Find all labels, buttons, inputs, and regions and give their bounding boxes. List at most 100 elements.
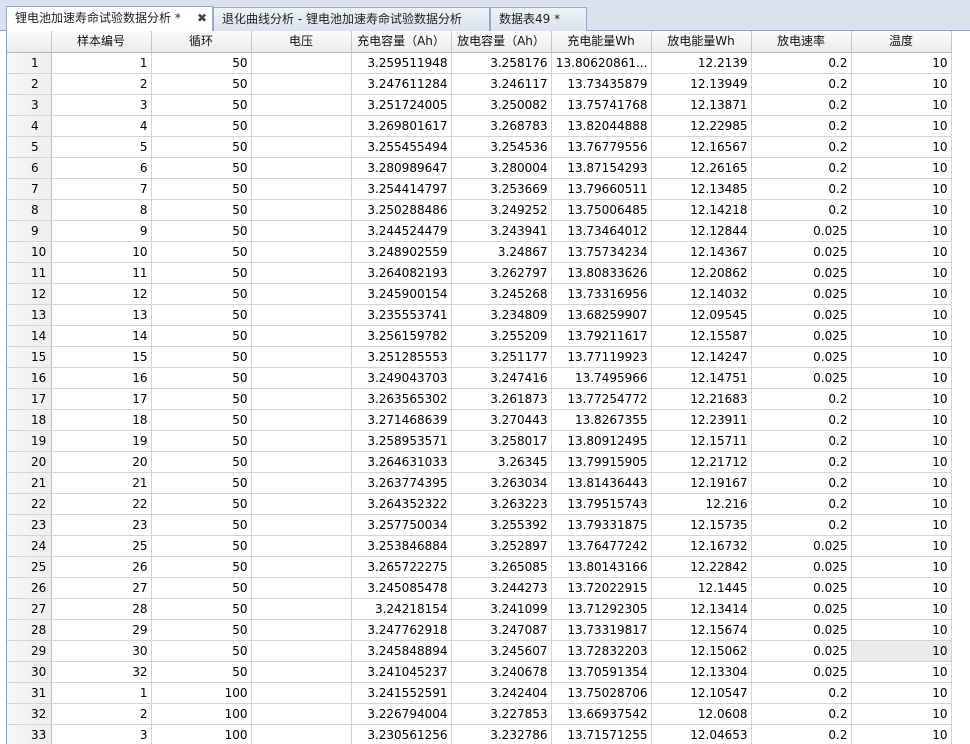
discharge-capacity-cell[interactable]: 3.246117 — [451, 73, 552, 95]
row-number[interactable]: 26 — [7, 577, 52, 599]
row-number[interactable]: 5 — [7, 136, 52, 158]
table-row[interactable]: 20 20 50 3.264631033 3.26345 13.79915905 12.21… — [7, 451, 952, 473]
table-row[interactable]: 13 13 50 3.235553741 3.234809 13.68259907 12.0… — [7, 304, 952, 326]
discharge-rate-cell[interactable]: 0.025 — [751, 619, 852, 641]
charge-energy-cell[interactable]: 13.73319817 — [551, 619, 652, 641]
discharge-capacity-cell[interactable]: 3.263034 — [451, 472, 552, 494]
discharge-capacity-cell[interactable]: 3.263223 — [451, 493, 552, 515]
charge-capacity-cell[interactable]: 3.247762918 — [351, 619, 452, 641]
temperature-cell[interactable]: 10 — [851, 409, 952, 431]
charge-capacity-cell[interactable]: 3.254414797 — [351, 178, 452, 200]
charge-energy-cell[interactable]: 13.75006485 — [551, 199, 652, 221]
charge-energy-cell[interactable]: 13.72022915 — [551, 577, 652, 599]
temperature-cell[interactable]: 10 — [851, 577, 952, 599]
charge-capacity-cell[interactable]: 3.244524479 — [351, 220, 452, 242]
discharge-rate-cell[interactable]: 0.025 — [751, 346, 852, 368]
discharge-capacity-cell[interactable]: 3.240678 — [451, 661, 552, 683]
row-number[interactable]: 8 — [7, 199, 52, 221]
cycle-cell[interactable]: 50 — [151, 430, 252, 452]
charge-energy-cell[interactable]: 13.8267355 — [551, 409, 652, 431]
discharge-rate-cell[interactable]: 0.2 — [751, 703, 852, 725]
charge-capacity-cell[interactable]: 3.251724005 — [351, 94, 452, 116]
cycle-cell[interactable]: 50 — [151, 472, 252, 494]
table-row[interactable]: 8 8 50 3.250288486 3.249252 13.75006485 12.142… — [7, 199, 952, 221]
charge-energy-cell[interactable]: 13.80912495 — [551, 430, 652, 452]
table-row[interactable]: 26 27 50 3.245085478 3.244273 13.72022915 12.1… — [7, 577, 952, 599]
discharge-capacity-cell[interactable]: 3.268783 — [451, 115, 552, 137]
charge-capacity-cell[interactable]: 3.249043703 — [351, 367, 452, 389]
discharge-capacity-cell[interactable]: 3.255392 — [451, 514, 552, 536]
row-number[interactable]: 33 — [7, 724, 52, 744]
voltage-cell[interactable] — [251, 577, 352, 599]
discharge-rate-cell[interactable]: 0.025 — [751, 220, 852, 242]
cycle-cell[interactable]: 50 — [151, 73, 252, 95]
row-number[interactable]: 29 — [7, 640, 52, 662]
charge-energy-cell[interactable]: 13.73316956 — [551, 283, 652, 305]
discharge-capacity-cell[interactable]: 3.242404 — [451, 682, 552, 704]
charge-energy-cell[interactable]: 13.81436443 — [551, 472, 652, 494]
charge-energy-cell[interactable]: 13.76779556 — [551, 136, 652, 158]
discharge-rate-cell[interactable]: 0.2 — [751, 115, 852, 137]
charge-capacity-cell[interactable]: 3.241552591 — [351, 682, 452, 704]
cycle-cell[interactable]: 50 — [151, 283, 252, 305]
temperature-cell[interactable]: 10 — [851, 661, 952, 683]
table-row[interactable]: 1 1 50 3.259511948 3.258176 13.80620861... 12.… — [7, 52, 952, 74]
charge-capacity-cell[interactable]: 3.241045237 — [351, 661, 452, 683]
table-row[interactable]: 22 22 50 3.264352322 3.263223 13.79515743 12.2… — [7, 493, 952, 515]
temperature-cell[interactable]: 10 — [851, 199, 952, 221]
discharge-energy-cell[interactable]: 12.15674 — [651, 619, 752, 641]
discharge-energy-cell[interactable]: 12.15062 — [651, 640, 752, 662]
discharge-capacity-cell[interactable]: 3.255209 — [451, 325, 552, 347]
discharge-energy-cell[interactable]: 12.26165 — [651, 157, 752, 179]
discharge-energy-cell[interactable]: 12.1445 — [651, 577, 752, 599]
charge-capacity-cell[interactable]: 3.264082193 — [351, 262, 452, 284]
discharge-rate-cell[interactable]: 0.2 — [751, 409, 852, 431]
row-number[interactable]: 7 — [7, 178, 52, 200]
discharge-rate-cell[interactable]: 0.2 — [751, 157, 852, 179]
cycle-cell[interactable]: 50 — [151, 157, 252, 179]
discharge-energy-cell[interactable]: 12.216 — [651, 493, 752, 515]
charge-capacity-cell[interactable]: 3.265722275 — [351, 556, 452, 578]
row-number[interactable]: 30 — [7, 661, 52, 683]
row-number[interactable]: 12 — [7, 283, 52, 305]
sample-id-cell[interactable]: 22 — [51, 493, 152, 515]
temperature-cell[interactable]: 10 — [851, 115, 952, 137]
row-number[interactable]: 6 — [7, 157, 52, 179]
table-row[interactable]: 14 14 50 3.256159782 3.255209 13.79211617 12.1… — [7, 325, 952, 347]
charge-energy-cell[interactable]: 13.7495966 — [551, 367, 652, 389]
voltage-cell[interactable] — [251, 178, 352, 200]
temperature-cell[interactable]: 10 — [851, 346, 952, 368]
discharge-capacity-cell[interactable]: 3.265085 — [451, 556, 552, 578]
tab-battery-life-analysis[interactable]: 锂电池加速寿命试验数据分析 * ✖ — [6, 6, 213, 31]
charge-capacity-cell[interactable]: 3.256159782 — [351, 325, 452, 347]
temperature-cell[interactable]: 10 — [851, 304, 952, 326]
charge-energy-cell[interactable]: 13.73435879 — [551, 73, 652, 95]
row-number[interactable]: 20 — [7, 451, 52, 473]
discharge-rate-cell[interactable]: 0.025 — [751, 325, 852, 347]
discharge-capacity-cell[interactable]: 3.245268 — [451, 283, 552, 305]
discharge-energy-cell[interactable]: 12.04653 — [651, 724, 752, 744]
cycle-cell[interactable]: 50 — [151, 304, 252, 326]
table-row[interactable]: 33 3 100 3.230561256 3.232786 13.71571255 12.0… — [7, 724, 952, 744]
discharge-capacity-cell[interactable]: 3.270443 — [451, 409, 552, 431]
row-number[interactable]: 9 — [7, 220, 52, 242]
temperature-cell[interactable]: 10 — [851, 157, 952, 179]
discharge-capacity-cell[interactable]: 3.250082 — [451, 94, 552, 116]
table-row[interactable]: 29 30 50 3.245848894 3.245607 13.72832203 12.1… — [7, 640, 952, 662]
temperature-cell[interactable]: 10 — [851, 682, 952, 704]
discharge-capacity-cell[interactable]: 3.258017 — [451, 430, 552, 452]
row-number[interactable]: 23 — [7, 514, 52, 536]
discharge-energy-cell[interactable]: 12.14751 — [651, 367, 752, 389]
cycle-cell[interactable]: 50 — [151, 325, 252, 347]
discharge-energy-cell[interactable]: 12.19167 — [651, 472, 752, 494]
sample-id-cell[interactable]: 14 — [51, 325, 152, 347]
charge-energy-cell[interactable]: 13.66937542 — [551, 703, 652, 725]
table-row[interactable]: 5 5 50 3.255455494 3.254536 13.76779556 12.165… — [7, 136, 952, 158]
close-icon[interactable]: ✖ — [197, 7, 207, 29]
cycle-cell[interactable]: 50 — [151, 409, 252, 431]
discharge-capacity-cell[interactable]: 3.252897 — [451, 535, 552, 557]
charge-energy-cell[interactable]: 13.68259907 — [551, 304, 652, 326]
sample-id-cell[interactable]: 18 — [51, 409, 152, 431]
sample-id-cell[interactable]: 5 — [51, 136, 152, 158]
discharge-energy-cell[interactable]: 12.22842 — [651, 556, 752, 578]
